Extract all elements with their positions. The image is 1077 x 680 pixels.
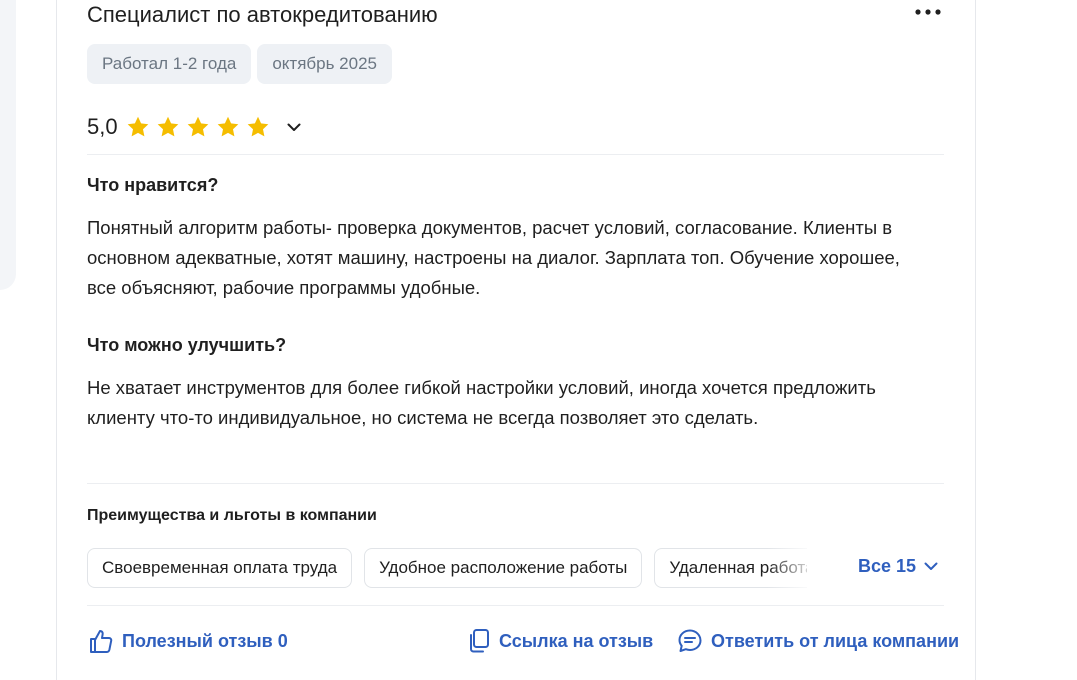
perk-chip[interactable]: Удобное расположение работы: [364, 548, 643, 588]
perks-show-all-button[interactable]: Все 15: [858, 556, 938, 577]
star-icon: [157, 116, 178, 137]
divider: [87, 483, 944, 484]
perks-show-all-label: Все 15: [858, 556, 917, 576]
star-icon: [187, 116, 208, 137]
likes-heading: Что нравится?: [87, 175, 219, 195]
review-meta: Работал 1-2 года октябрь 2025: [87, 44, 392, 84]
likes-text: Понятный алгоритм работы- проверка докум…: [87, 217, 900, 298]
reply-as-company-button[interactable]: Ответить от лица компании: [677, 628, 959, 654]
perks-heading: Преимущества и льготы в компании: [87, 507, 377, 524]
perk-chip[interactable]: Своевременная оплата труда: [87, 548, 353, 588]
improve-heading: Что можно улучшить?: [87, 335, 287, 355]
rating-details-toggle[interactable]: [284, 117, 304, 137]
review-title: Специалист по автокредитованию: [87, 2, 438, 27]
more-horizontal-icon: [915, 9, 941, 15]
rating-value: 5,0: [87, 114, 118, 139]
chevron-down-icon: [287, 123, 301, 131]
comment-icon: [678, 629, 702, 652]
divider: [87, 605, 944, 606]
copy-icon: [470, 629, 489, 653]
experience-chip: Работал 1-2 года: [87, 44, 252, 84]
helpful-review-button[interactable]: Полезный отзыв 0: [88, 628, 288, 654]
star-icon: [127, 116, 148, 137]
divider: [87, 154, 944, 155]
chevron-down-icon: [924, 562, 938, 570]
thumbs-up-icon: [90, 630, 113, 653]
star-icon: [247, 116, 268, 137]
review-link-button[interactable]: Ссылка на отзыв: [467, 628, 653, 654]
helpful-review-label: Полезный отзыв 0: [122, 630, 288, 651]
rating: 5,0: [87, 110, 304, 144]
star-icon: [217, 116, 238, 137]
more-options-button[interactable]: [913, 0, 943, 24]
reply-as-company-label: Ответить от лица компании: [711, 630, 960, 651]
improve-text: Не хватает инструментов для более гибкой…: [87, 377, 876, 428]
date-chip: октябрь 2025: [257, 44, 392, 84]
perks-fade: [767, 548, 817, 588]
left-panel: [0, 0, 16, 290]
perks-list: Своевременная оплата труда Удобное распо…: [87, 548, 807, 588]
review-link-label: Ссылка на отзыв: [499, 630, 654, 651]
